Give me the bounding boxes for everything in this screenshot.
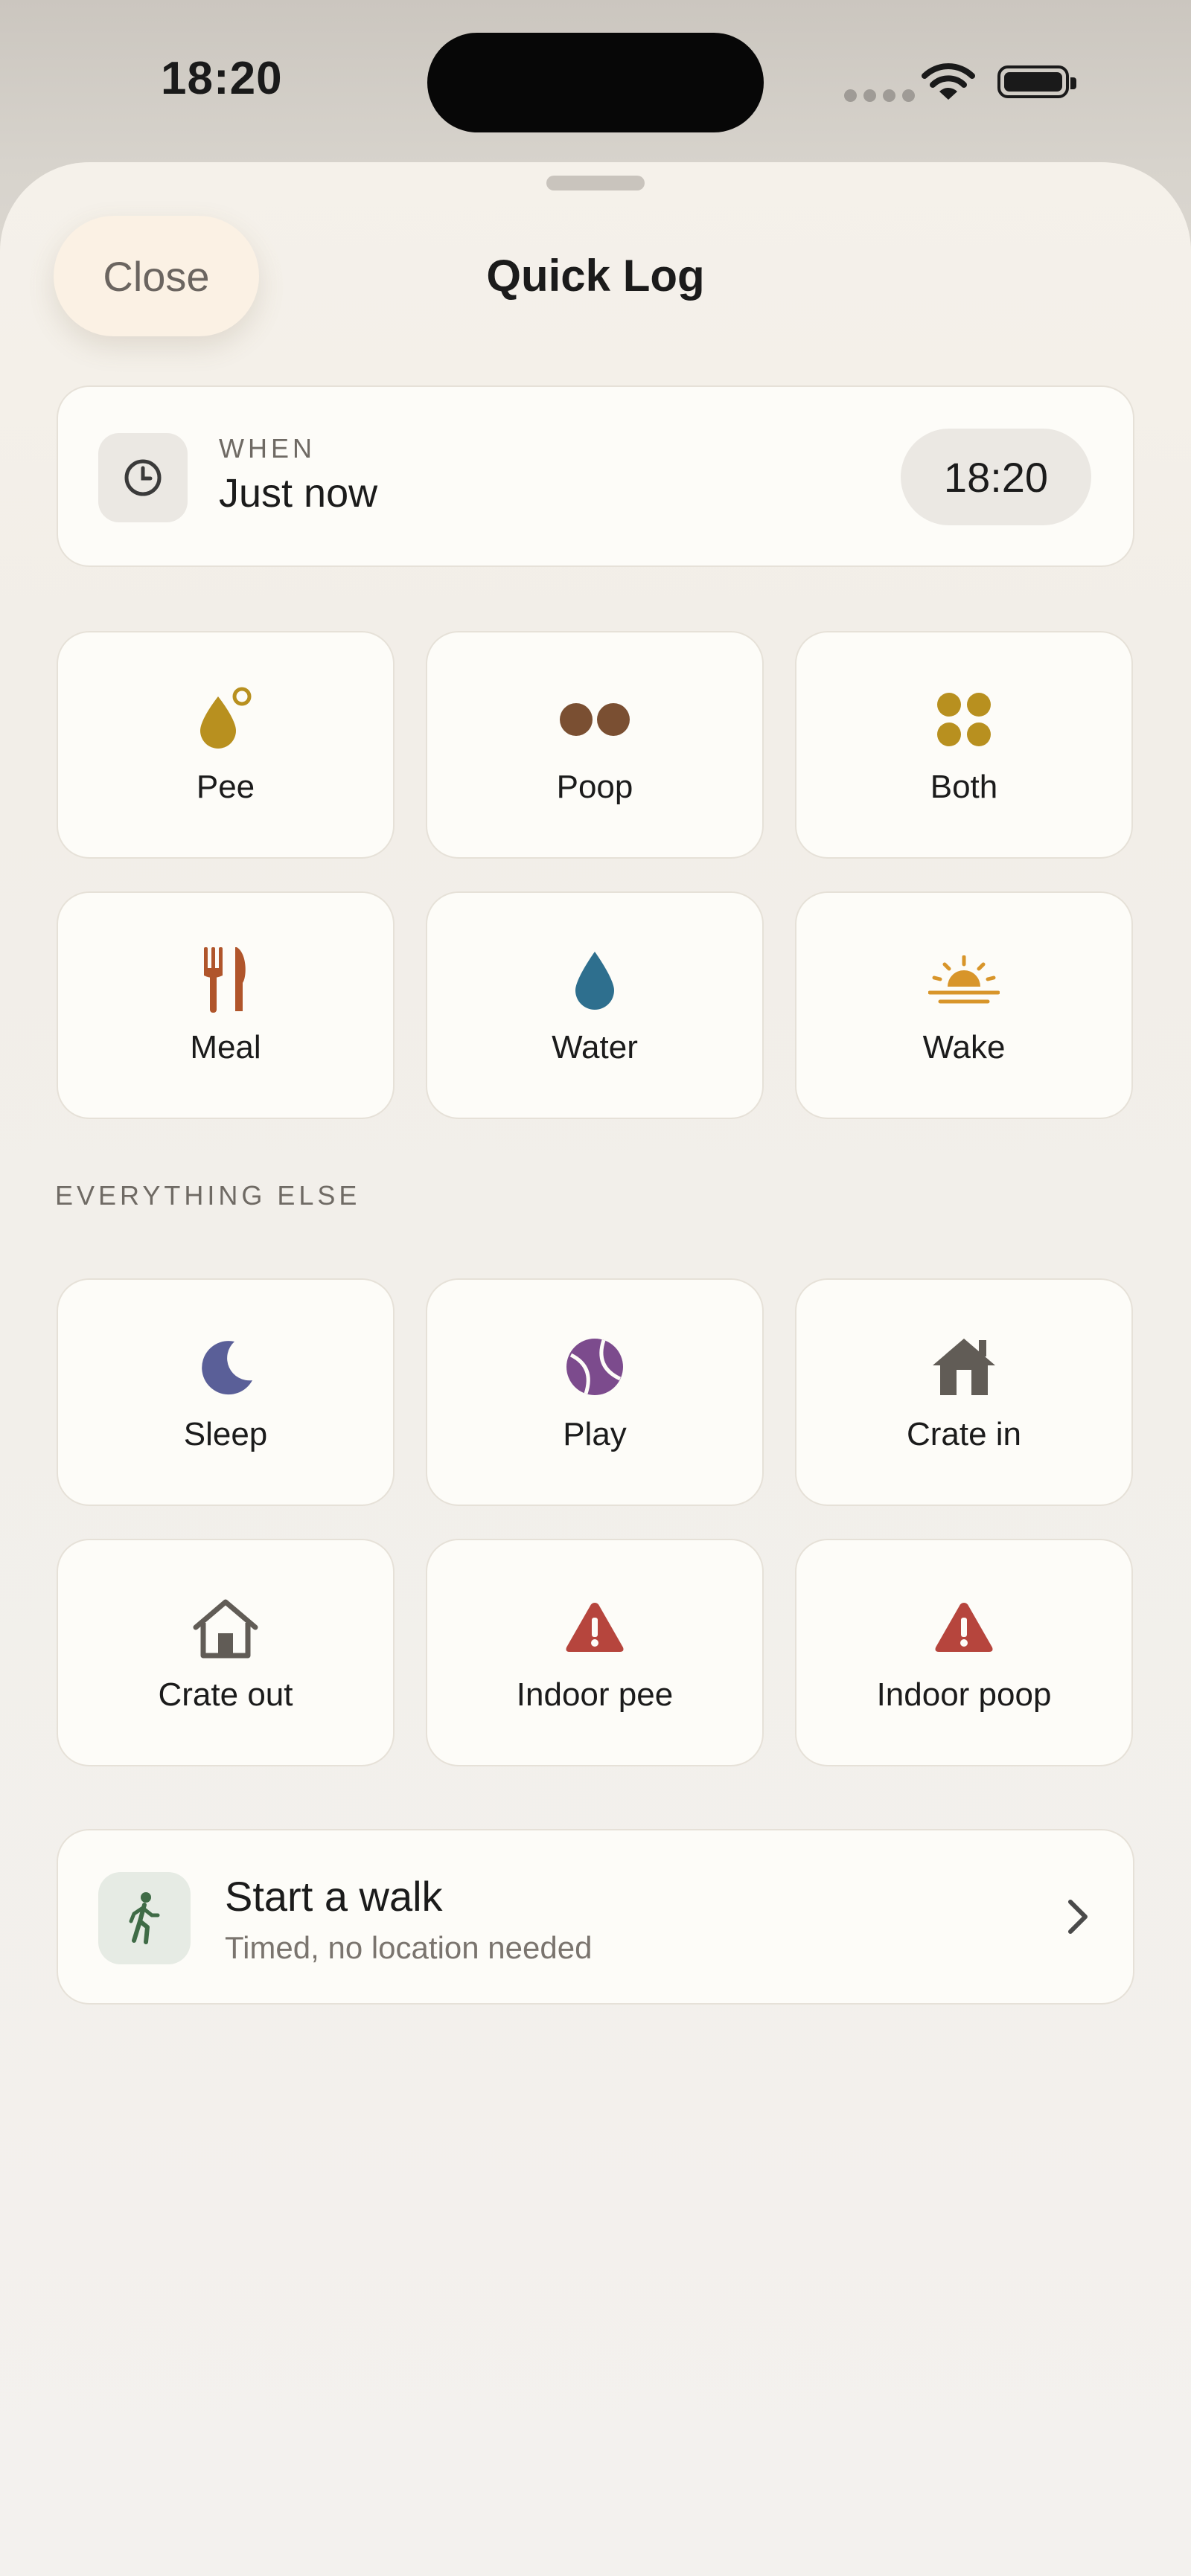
when-value: Just now — [219, 471, 378, 516]
warning-icon — [563, 1592, 626, 1663]
wake-button[interactable]: Wake — [795, 891, 1133, 1119]
section-label-everything-else: EVERYTHING ELSE — [55, 1180, 361, 1211]
tile-label: Sleep — [183, 1416, 268, 1452]
when-card[interactable]: WHEN Just now 18:20 — [57, 385, 1134, 567]
warning-icon — [933, 1592, 995, 1663]
house-outline-icon — [191, 1592, 260, 1663]
moon-icon — [196, 1331, 255, 1403]
wifi-icon — [922, 63, 975, 100]
both-icon — [934, 684, 994, 755]
battery-icon — [997, 65, 1076, 98]
indoor-pee-button[interactable]: Indoor pee — [426, 1539, 764, 1766]
walk-title: Start a walk — [225, 1873, 443, 1920]
both-button[interactable]: Both — [795, 631, 1133, 859]
sunrise-icon — [928, 944, 1000, 1016]
indoor-poop-button[interactable]: Indoor poop — [795, 1539, 1133, 1766]
sheet-title: Quick Log — [486, 251, 705, 301]
dynamic-island — [427, 33, 764, 132]
crate-in-button[interactable]: Crate in — [795, 1278, 1133, 1506]
status-bar: 18:20 — [0, 0, 1191, 164]
fork-knife-icon — [201, 944, 250, 1016]
ball-icon — [565, 1331, 625, 1403]
house-filled-icon — [930, 1331, 998, 1403]
cellular-signal-icon — [844, 89, 922, 106]
tile-label: Poop — [556, 769, 633, 805]
time-picker-button[interactable]: 18:20 — [901, 429, 1091, 525]
walking-person-icon — [98, 1872, 191, 1964]
tile-label: Play — [563, 1416, 627, 1452]
tile-label: Indoor poop — [876, 1676, 1052, 1713]
pee-button[interactable]: Pee — [57, 631, 395, 859]
water-button[interactable]: Water — [426, 891, 764, 1119]
tile-label: Meal — [190, 1029, 261, 1066]
when-label: WHEN — [219, 433, 316, 464]
tile-label: Wake — [922, 1029, 1006, 1066]
walk-subtitle: Timed, no location needed — [225, 1930, 593, 1965]
play-button[interactable]: Play — [426, 1278, 764, 1506]
clock-icon — [98, 433, 188, 522]
pee-drop-icon — [196, 684, 255, 755]
start-walk-row[interactable]: Start a walk Timed, no location needed — [57, 1829, 1134, 2005]
quick-log-sheet: Close Quick Log WHEN Just now 18:20 Pee … — [0, 162, 1191, 2576]
tile-label: Indoor pee — [516, 1676, 674, 1713]
chevron-right-icon — [1068, 1900, 1088, 1934]
sheet-grabber[interactable] — [546, 176, 645, 190]
crate-out-button[interactable]: Crate out — [57, 1539, 395, 1766]
water-drop-icon — [572, 944, 617, 1016]
poop-button[interactable]: Poop — [426, 631, 764, 859]
tile-label: Crate out — [158, 1676, 293, 1713]
tile-label: Crate in — [906, 1416, 1022, 1452]
tile-label: Pee — [196, 769, 255, 805]
poop-icon — [555, 684, 634, 755]
tile-label: Both — [930, 769, 998, 805]
sleep-button[interactable]: Sleep — [57, 1278, 395, 1506]
meal-button[interactable]: Meal — [57, 891, 395, 1119]
status-time: 18:20 — [161, 53, 283, 104]
tile-label: Water — [552, 1029, 638, 1066]
